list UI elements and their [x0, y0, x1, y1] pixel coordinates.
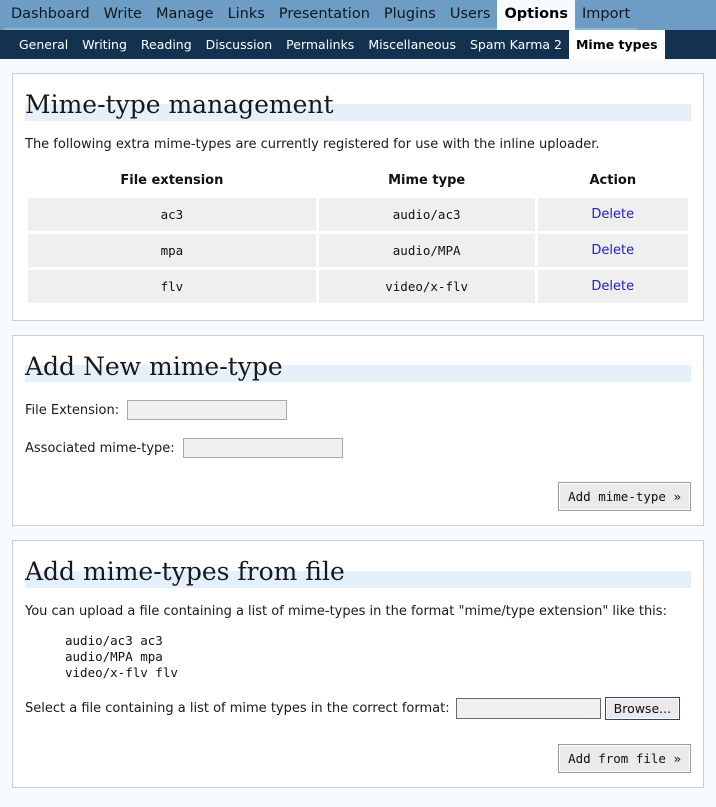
cell-action: Delete [537, 269, 688, 303]
delete-link[interactable]: Delete [591, 207, 634, 222]
table-row: mpa audio/MPA Delete [28, 233, 688, 267]
table-header-row: File extension Mime type Action [28, 169, 688, 195]
file-path-input[interactable] [455, 697, 601, 719]
add-new-heading: Add New mime-type [25, 352, 691, 382]
add-from-file-button[interactable]: Add from file » [558, 743, 691, 773]
topnav-item-users[interactable]: Users [442, 0, 498, 30]
file-upload-label: Select a file containing a list of mime … [25, 700, 450, 716]
column-header-action: Action [589, 172, 637, 188]
table-row: flv video/x-flv Delete [28, 269, 688, 303]
add-from-file-heading: Add mime-types from file [25, 557, 691, 588]
page-title: Mime-type management [25, 90, 691, 121]
subnav-item-writing[interactable]: Writing [75, 30, 134, 59]
file-extension-input[interactable] [127, 400, 288, 420]
cell-action: Delete [537, 197, 688, 231]
page-content: Mime-type management The following extra… [0, 59, 716, 788]
file-extension-label: File Extension: [25, 402, 120, 418]
cell-action: Delete [537, 233, 688, 267]
subnav-item-reading[interactable]: Reading [134, 30, 199, 59]
primary-navigation-bar: Dashboard Write Manage Links Presentatio… [0, 0, 716, 30]
delete-link[interactable]: Delete [591, 243, 634, 258]
cell-mime-type: audio/MPA [318, 233, 535, 267]
file-upload-row: Select a file containing a list of mime … [25, 696, 691, 720]
topnav-item-presentation[interactable]: Presentation [271, 0, 377, 30]
file-extension-row: File Extension: [25, 400, 691, 420]
topnav-item-manage[interactable]: Manage [148, 0, 221, 30]
subnav-item-permalinks[interactable]: Permalinks [279, 30, 361, 59]
mime-type-management-panel: Mime-type management The following extra… [12, 73, 704, 321]
topnav-item-import[interactable]: Import [575, 0, 638, 30]
cell-mime-type: video/x-flv [318, 269, 535, 303]
add-from-file-button-row: Add from file » [25, 743, 691, 773]
table-header: File extension Mime type Action [28, 169, 688, 195]
associated-mime-type-row: Associated mime-type: [25, 438, 691, 458]
add-mime-type-button-row: Add mime-type » [25, 482, 691, 511]
cell-file-extension: ac3 [28, 197, 316, 231]
subnav-item-miscellaneous[interactable]: Miscellaneous [361, 30, 463, 59]
topnav-item-plugins[interactable]: Plugins [376, 0, 443, 30]
delete-link[interactable]: Delete [591, 279, 634, 294]
cell-mime-type: audio/ac3 [318, 197, 535, 231]
add-new-mime-type-panel: Add New mime-type File Extension: Associ… [12, 334, 704, 526]
subnav-item-spam-karma-2[interactable]: Spam Karma 2 [463, 30, 569, 59]
column-header-file-extension: File extension [120, 172, 224, 188]
mime-types-table: File extension Mime type Action ac3 audi… [25, 166, 691, 306]
management-intro-text: The following extra mime-types are curre… [25, 136, 600, 152]
subnav-item-discussion[interactable]: Discussion [199, 30, 279, 59]
topnav-item-options[interactable]: Options [497, 0, 575, 30]
add-mime-type-button[interactable]: Add mime-type » [558, 482, 691, 511]
cell-file-extension: mpa [28, 233, 316, 267]
subnav-item-general[interactable]: General [12, 30, 75, 59]
add-from-file-intro-text: You can upload a file containing a list … [25, 603, 667, 619]
topnav-item-write[interactable]: Write [96, 0, 149, 30]
add-mime-types-from-file-panel: Add mime-types from file You can upload … [12, 540, 704, 788]
associated-mime-type-input[interactable] [182, 438, 343, 458]
secondary-navigation-bar: General Writing Reading Discussion Perma… [0, 30, 716, 59]
associated-mime-type-label: Associated mime-type: [25, 440, 175, 456]
table-row: ac3 audio/ac3 Delete [28, 197, 688, 231]
cell-file-extension: flv [28, 269, 316, 303]
topnav-item-dashboard[interactable]: Dashboard [4, 0, 97, 30]
mime-format-example: audio/ac3 ac3 audio/MPA mpa video/x-flv … [65, 632, 178, 680]
column-header-mime-type: Mime type [388, 172, 466, 188]
subnav-item-mime-types[interactable]: Mime types [568, 30, 665, 59]
browse-button[interactable]: Browse... [604, 696, 681, 720]
table-body: ac3 audio/ac3 Delete mpa audio/MPA Delet… [28, 197, 688, 303]
topnav-item-links[interactable]: Links [220, 0, 272, 30]
